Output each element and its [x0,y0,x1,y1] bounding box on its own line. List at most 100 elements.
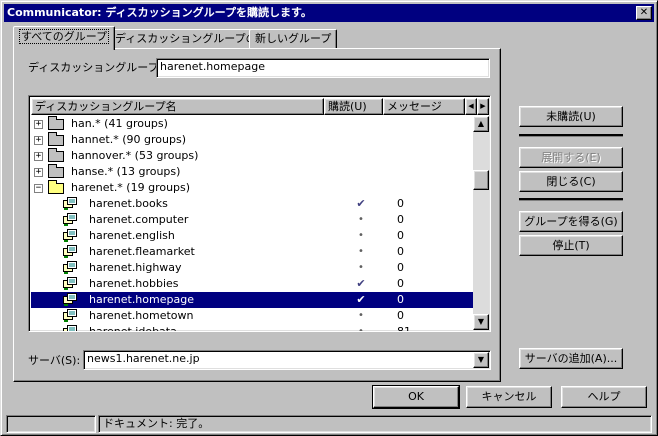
newsgroup-row[interactable]: harenet.hobbies ✔ 0 [31,276,473,292]
unsubscribed-dot-icon[interactable]: • [351,308,371,324]
expander-icon[interactable]: + [34,168,43,177]
scroll-thumb[interactable] [473,170,489,190]
folder-name: hannet.* (90 groups) [71,133,186,146]
unsubscribed-dot-icon[interactable]: • [351,212,371,228]
message-count: 0 [397,277,404,290]
folder-name: han.* (41 groups) [71,117,168,130]
message-count: 0 [397,229,404,242]
collapse-button[interactable]: 閉じる(C) [519,171,623,192]
message-count: 0 [397,293,404,306]
message-count: 0 [397,213,404,226]
column-header-subscribed[interactable]: 購読(U) [324,98,383,115]
newsgroup-row[interactable]: harenet.homepage ✔ 0 [31,292,473,308]
newsgroup-row[interactable]: harenet.fleamarket • 0 [31,244,473,260]
folder-name: harenet.* (19 groups) [71,181,191,194]
tab-all-groups[interactable]: すべてのグループ [13,26,116,50]
stop-button[interactable]: 停止(T) [519,235,623,256]
server-select[interactable]: news1.harenet.ne.jp ▼ [83,350,491,370]
folder-row[interactable]: + hannet.* (90 groups) [31,132,473,148]
expander-icon[interactable]: − [34,184,43,193]
vertical-scrollbar[interactable]: ▲ ▼ [473,116,489,330]
scroll-up-icon[interactable]: ▲ [473,116,489,132]
separator-1 [519,134,623,137]
message-count: 0 [397,197,404,210]
expand-button[interactable]: 展開する(E) [519,147,623,168]
subscribed-check-icon[interactable]: ✔ [351,276,371,292]
separator-2 [519,198,623,201]
help-button[interactable]: ヘルプ [561,386,647,408]
folder-icon [48,116,64,130]
newsgroup-icon [63,325,77,331]
newsgroup-icon [63,213,77,226]
newsgroup-row[interactable]: harenet.english • 0 [31,228,473,244]
expander-icon[interactable]: + [34,136,43,145]
tab-label: すべてのグループ [19,29,110,44]
newsgroup-row[interactable]: harenet.hometown • 0 [31,308,473,324]
expander-icon[interactable]: + [34,152,43,161]
close-button[interactable]: ✕ [636,6,652,20]
header-scroll-left-icon[interactable]: ◀ [465,98,477,115]
folder-row[interactable]: + han.* (41 groups) [31,116,473,132]
header-scroll-right-icon[interactable]: ▶ [477,98,489,115]
group-field-input[interactable]: harenet.homepage [156,58,490,78]
folder-row[interactable]: + hanse.* (13 groups) [31,164,473,180]
newsgroup-row[interactable]: harenet.computer • 0 [31,212,473,228]
newsgroup-icon [63,277,77,290]
newsgroup-icon [63,197,77,210]
newsgroup-name: harenet.books [89,197,168,210]
server-label: サーバ(S): [28,354,81,367]
folder-name: hannover.* (53 groups) [71,149,199,162]
folder-icon [48,132,64,146]
newsgroup-name: harenet.hometown [89,309,194,322]
message-count: 0 [397,261,404,274]
newsgroup-row[interactable]: harenet.books ✔ 0 [31,196,473,212]
newsgroup-icon [63,309,77,322]
folder-icon [48,164,64,178]
newsgroup-name: harenet.homepage [89,293,194,306]
expander-icon[interactable]: + [34,120,43,129]
scroll-down-icon[interactable]: ▼ [473,314,489,330]
newsgroup-icon [63,229,77,242]
message-count: 0 [397,309,404,322]
column-header-name[interactable]: ディスカッショングループ名 [31,98,324,115]
tab-new-groups[interactable]: 新しいグループ [249,29,338,49]
newsgroup-icon [63,261,77,274]
dialog-window: Communicator: ディスカッショングループを購読します。 ✕ すべての… [0,0,658,436]
newsgroup-name: harenet.computer [89,213,189,226]
add-server-button[interactable]: サーバの追加(A)... [519,348,623,369]
status-text: ドキュメント: 完了。 [98,415,652,433]
status-bar: ドキュメント: 完了。 [4,413,654,433]
newsgroup-icon [63,293,77,306]
newsgroup-row[interactable]: harenet.idobata • 81 [31,324,473,332]
newsgroup-name: harenet.highway [89,261,182,274]
status-segment-left [6,415,96,433]
folder-icon [48,180,64,194]
newsgroup-row[interactable]: harenet.highway • 0 [31,260,473,276]
message-count: 81 [397,325,411,332]
newsgroup-name: harenet.fleamarket [89,245,195,258]
unsubscribe-button[interactable]: 未購読(U) [519,106,623,127]
folder-icon [48,148,64,162]
unsubscribed-dot-icon[interactable]: • [351,228,371,244]
ok-button[interactable]: OK [372,385,460,409]
dropdown-arrow-icon[interactable]: ▼ [473,352,489,368]
window-title: Communicator: ディスカッショングループを購読します。 [7,6,312,19]
folder-row[interactable]: + hannover.* (53 groups) [31,148,473,164]
folder-name: hanse.* (13 groups) [71,165,181,178]
newsgroup-list[interactable]: ディスカッショングループ名 購読(U) メッセージ ◀ ▶ + han.* (41… [28,95,491,332]
subscribed-check-icon[interactable]: ✔ [351,196,371,212]
newsgroup-name: harenet.hobbies [89,277,179,290]
unsubscribed-dot-icon[interactable]: • [351,260,371,276]
subscribed-check-icon[interactable]: ✔ [351,292,371,308]
newsgroup-name: harenet.english [89,229,175,242]
newsgroup-name: harenet.idobata [89,325,177,332]
title-bar: Communicator: ディスカッショングループを購読します。 ✕ [4,4,654,22]
message-count: 0 [397,245,404,258]
get-groups-button[interactable]: グループを得る(G) [519,211,623,232]
folder-row[interactable]: − harenet.* (19 groups) [31,180,473,196]
column-header-messages[interactable]: メッセージ [383,98,465,115]
unsubscribed-dot-icon[interactable]: • [351,324,371,331]
newsgroup-icon [63,245,77,258]
unsubscribed-dot-icon[interactable]: • [351,244,371,260]
cancel-button[interactable]: キャンセル [466,386,552,408]
